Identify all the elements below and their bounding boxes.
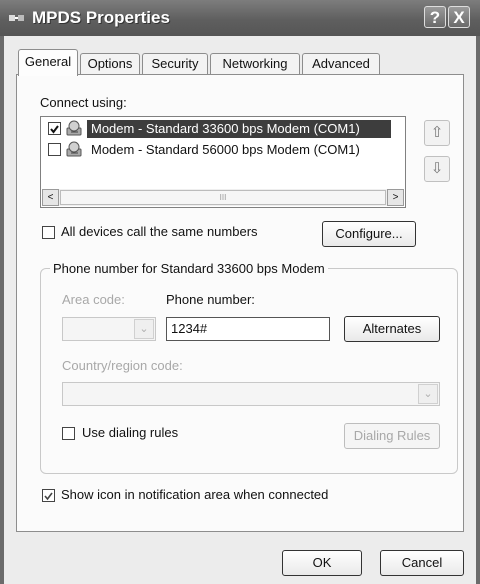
area-code-combo[interactable]: ⌄ xyxy=(62,317,156,341)
title-bar[interactable]: MPDS Properties ? X xyxy=(0,0,480,36)
help-button[interactable]: ? xyxy=(424,6,446,28)
configure-button[interactable]: Configure... xyxy=(322,221,416,247)
tab-general[interactable]: General xyxy=(18,49,78,76)
list-item[interactable]: Modem - Standard 33600 bps Modem (COM1) xyxy=(47,120,397,138)
device-label: Modem - Standard 33600 bps Modem (COM1) xyxy=(91,121,360,136)
show-icon-label: Show icon in notification area when conn… xyxy=(61,487,329,502)
area-code-label: Area code: xyxy=(62,292,125,307)
cancel-button[interactable]: Cancel xyxy=(380,550,464,576)
device-label: Modem - Standard 56000 bps Modem (COM1) xyxy=(91,142,360,157)
device-checkbox[interactable] xyxy=(48,143,61,156)
tab-label: Options xyxy=(87,56,133,71)
scroll-thumb[interactable]: III xyxy=(60,190,386,205)
tab-label: Security xyxy=(151,56,199,71)
horizontal-scrollbar[interactable]: < III > xyxy=(42,189,404,206)
alternates-button[interactable]: Alternates xyxy=(344,316,440,342)
tab-advanced[interactable]: Advanced xyxy=(302,53,380,75)
move-down-button[interactable]: ⇩ xyxy=(424,156,450,182)
scroll-left-button[interactable]: < xyxy=(42,189,59,206)
tab-networking[interactable]: Networking xyxy=(210,53,300,75)
phone-number-label: Phone number: xyxy=(166,292,255,307)
move-up-button[interactable]: ⇧ xyxy=(424,120,450,146)
modem-icon xyxy=(66,120,82,136)
list-item[interactable]: Modem - Standard 56000 bps Modem (COM1) xyxy=(47,141,397,159)
tab-label: Advanced xyxy=(312,56,370,71)
dialing-rules-button[interactable]: Dialing Rules xyxy=(344,423,440,449)
tab-label: Networking xyxy=(222,56,288,71)
arrow-up-icon: ⇧ xyxy=(430,124,444,141)
chevron-down-icon: ⌄ xyxy=(134,319,154,339)
arrow-down-icon: ⇩ xyxy=(430,160,444,177)
use-dialing-rules-checkbox[interactable] xyxy=(62,427,75,440)
connect-using-label: Connect using: xyxy=(40,95,127,110)
scroll-right-button[interactable]: > xyxy=(387,189,404,206)
ok-button[interactable]: OK xyxy=(282,550,362,576)
chevron-down-icon: ⌄ xyxy=(418,384,438,404)
tab-label: General xyxy=(24,54,72,69)
phone-number-input[interactable]: 1234# xyxy=(166,317,330,341)
device-listbox[interactable]: Modem - Standard 33600 bps Modem (COM1) … xyxy=(40,116,406,208)
modem-icon xyxy=(66,141,82,157)
device-checkbox[interactable] xyxy=(48,122,61,135)
group-title: Phone number for Standard 33600 bps Mode… xyxy=(50,261,328,276)
tab-security[interactable]: Security xyxy=(142,53,208,75)
close-button[interactable]: X xyxy=(448,6,470,28)
show-icon-checkbox[interactable] xyxy=(42,489,55,502)
all-devices-checkbox[interactable] xyxy=(42,226,55,239)
use-dialing-rules-label: Use dialing rules xyxy=(82,425,179,440)
tab-options[interactable]: Options xyxy=(80,53,140,75)
check-icon xyxy=(44,492,53,501)
window-title: MPDS Properties xyxy=(32,8,170,27)
all-devices-label: All devices call the same numbers xyxy=(61,224,258,239)
properties-window: MPDS Properties ? X General Options Secu… xyxy=(0,0,480,584)
country-region-combo[interactable]: ⌄ xyxy=(62,382,440,406)
country-region-label: Country/region code: xyxy=(62,358,183,373)
connection-icon xyxy=(9,15,24,21)
check-icon xyxy=(50,125,59,134)
